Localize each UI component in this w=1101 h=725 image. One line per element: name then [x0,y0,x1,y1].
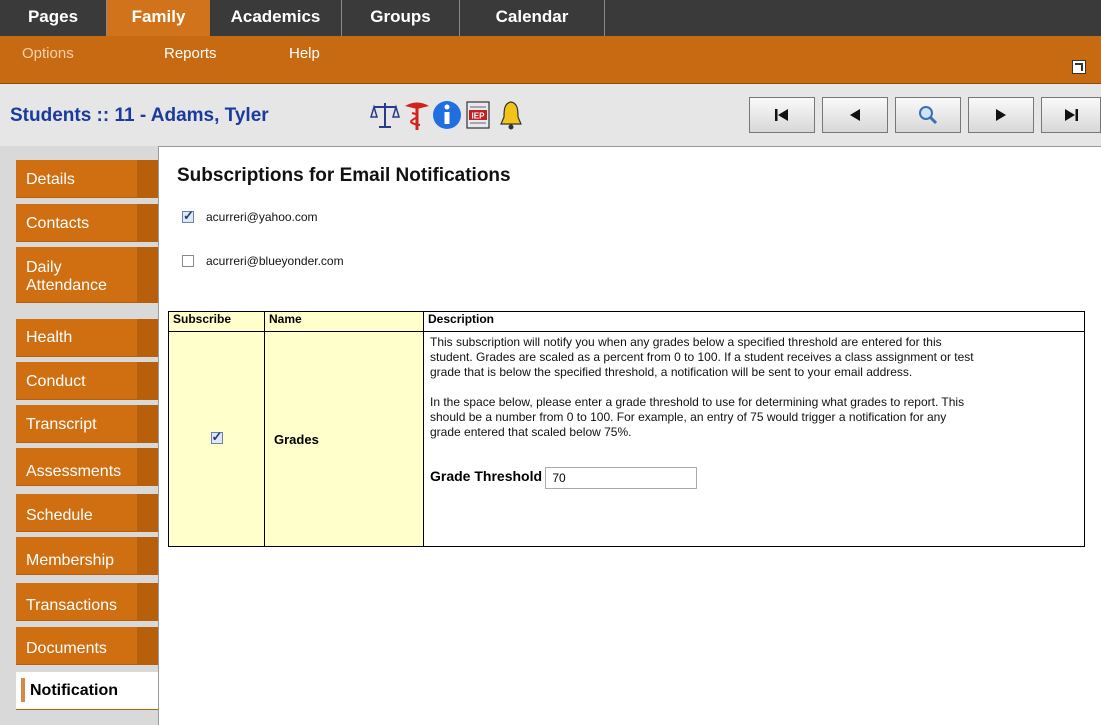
sidebar-item-label: Details [26,171,75,188]
sidebar-item-label: Notification [30,682,118,699]
expand-window-icon[interactable] [1072,60,1086,74]
svg-text:IEP: IEP [472,112,486,121]
search-record-button[interactable] [895,97,961,133]
email-address-label: acurreri@blueyonder.com [206,254,344,268]
active-indicator [21,678,25,702]
sidebar-item-label: Daily Attendance [26,259,107,294]
sidebar-item-label: Schedule [26,507,93,524]
info-icon[interactable] [432,97,462,133]
description-cell: This subscription will notify you when a… [423,331,1085,547]
menu-reports[interactable]: Reports [164,45,217,62]
sidebar-item-label: Conduct [26,373,86,390]
grade-threshold-input[interactable] [545,467,698,489]
sidebar-item-notification[interactable]: Notification [16,672,161,710]
sidebar-item-details[interactable]: Details [16,160,161,198]
email-checkbox-yahoo[interactable] [182,208,194,224]
sidebar-item-label: Transactions [26,597,117,614]
tab-family[interactable]: Family [107,0,210,36]
next-record-button[interactable] [968,97,1034,133]
previous-record-button[interactable] [822,97,888,133]
tab-academics[interactable]: Academics [210,0,341,36]
sidebar-item-schedule[interactable]: Schedule [16,494,161,532]
last-record-button[interactable] [1041,97,1101,133]
sidebar-item-contacts[interactable]: Contacts [16,204,161,242]
sidebar-item-label: Transcript [26,416,97,433]
page-title: Students :: 11 - Adams, Tyler [10,105,269,126]
iep-document-icon[interactable]: IEP [464,97,494,133]
email-address-label: acurreri@yahoo.com [206,210,318,224]
subscribe-cell [168,331,265,547]
sidebar-item-label: Documents [26,640,107,657]
sidebar: Details Contacts Daily Attendance Health… [16,146,161,724]
next-record-icon [996,109,1006,121]
search-icon [919,106,938,125]
tab-pages[interactable]: Pages [0,0,106,36]
menu-help[interactable]: Help [289,45,320,62]
sidebar-item-health[interactable]: Health [16,319,161,357]
scales-icon[interactable] [370,97,400,133]
table-row: Grades This subscription will notify you… [168,331,1085,547]
column-header-name: Name [264,311,424,332]
grade-threshold-row: Grade Threshold [424,440,1084,492]
last-record-icon [1065,109,1078,121]
tab-divider [604,0,605,36]
previous-record-icon [850,109,860,121]
sidebar-item-assessments[interactable]: Assessments [16,448,161,486]
first-record-button[interactable] [749,97,815,133]
sidebar-item-label: Contacts [26,215,90,232]
sidebar-item-membership[interactable]: Membership [16,537,161,575]
section-heading: Subscriptions for Email Notifications [177,165,511,186]
email-checkbox-blueyonder[interactable] [182,255,194,267]
sidebar-item-daily-attendance[interactable]: Daily Attendance [16,247,161,303]
menu-options[interactable]: Options [22,45,74,62]
sidebar-item-label: Health [26,329,73,346]
column-header-description: Description [423,311,1085,332]
sidebar-item-documents[interactable]: Documents [16,627,161,665]
sidebar-item-label: Membership [26,552,115,569]
tab-calendar[interactable]: Calendar [460,0,604,36]
bell-icon[interactable] [496,97,526,133]
description-paragraph: In the space below, please enter a grade… [430,395,965,439]
sidebar-item-transactions[interactable]: Transactions [16,583,161,621]
top-navigation: Pages Family Academics Groups Calendar [0,0,1101,36]
table-header-row: Subscribe Name Description [168,311,1085,332]
grade-threshold-label: Grade Threshold [430,468,543,485]
sidebar-item-conduct[interactable]: Conduct [16,362,161,400]
column-header-subscribe: Subscribe [168,311,265,332]
subscriptions-table: Subscribe Name Description Grades This s… [168,311,1085,547]
description-paragraph: This subscription will notify you when a… [430,335,974,379]
tab-groups[interactable]: Groups [342,0,459,36]
sidebar-item-transcript[interactable]: Transcript [16,405,161,443]
sidebar-item-label: Assessments [26,463,122,480]
grades-subscribe-checkbox[interactable] [210,429,223,445]
sub-navigation: Options Reports Help [0,36,1101,84]
subscription-name: Grades [264,331,424,547]
first-record-icon [775,109,788,121]
medical-caduceus-icon[interactable] [402,97,432,133]
